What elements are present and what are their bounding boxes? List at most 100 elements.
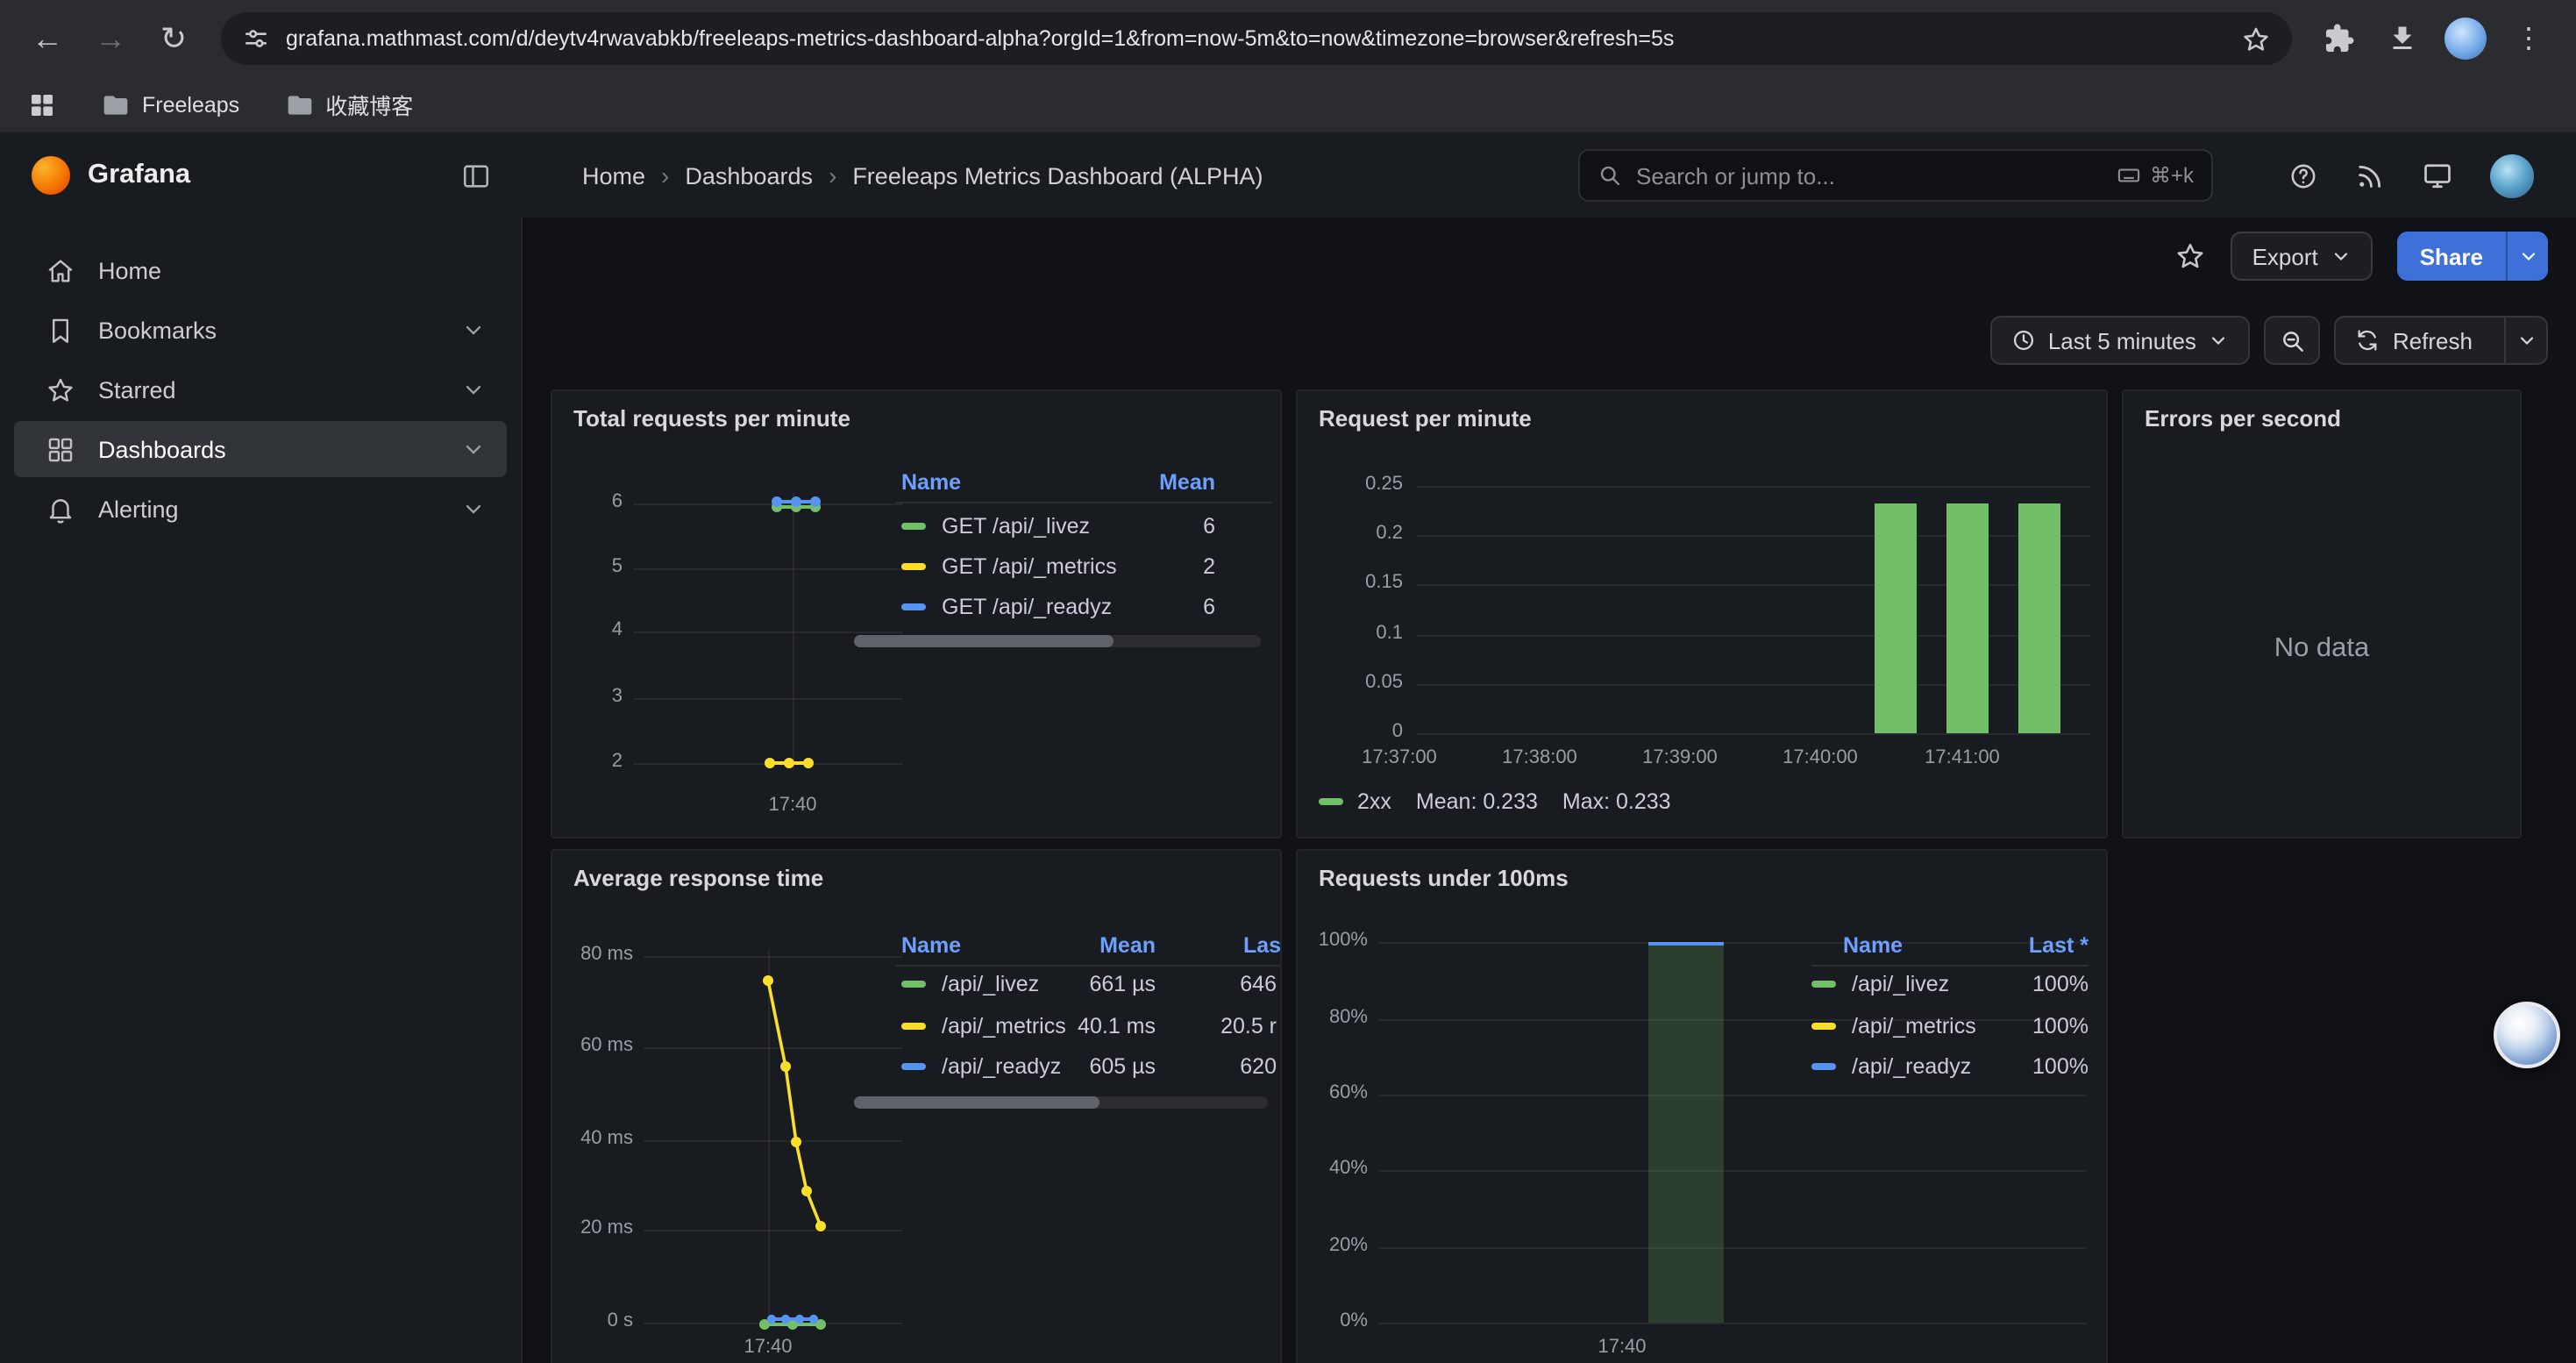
- bar-2xx[interactable]: [1875, 503, 1917, 733]
- share-button[interactable]: Share: [2397, 232, 2548, 281]
- download-icon: [2387, 23, 2418, 54]
- assistant-avatar[interactable]: [2494, 1002, 2560, 1068]
- apps-grid-icon[interactable]: [28, 90, 56, 118]
- breadcrumb-home[interactable]: Home: [582, 162, 645, 189]
- search-input[interactable]: Search or jump to... ⌘+k: [1578, 149, 2213, 202]
- chevron-down-icon[interactable]: [461, 377, 486, 402]
- y-tick: 2: [566, 751, 623, 772]
- y-tick: 0: [1326, 721, 1403, 742]
- sidebar-item-home[interactable]: Home: [14, 242, 507, 298]
- refresh-main[interactable]: Refresh: [2337, 318, 2492, 363]
- reload-button[interactable]: ↻: [144, 9, 203, 68]
- sidebar-item-dashboards[interactable]: Dashboards: [14, 421, 507, 477]
- grafana-logo[interactable]: [32, 156, 70, 195]
- panel-title[interactable]: Request per minute: [1319, 405, 1532, 432]
- legend-row[interactable]: /api/_readyz: [1811, 1054, 1971, 1079]
- bookmark-folder-freeleaps[interactable]: Freeleaps: [102, 90, 239, 118]
- browser-profile-button[interactable]: [2436, 9, 2495, 68]
- news-rss-icon[interactable]: [2355, 161, 2385, 190]
- series-swatch: [1811, 1063, 1836, 1070]
- legend-scrollbar[interactable]: [854, 1096, 1268, 1109]
- legend-series-2xx[interactable]: 2xx: [1319, 789, 1391, 814]
- legend-scrollbar[interactable]: [854, 635, 1261, 647]
- share-menu-caret[interactable]: [2506, 232, 2548, 281]
- panel-title[interactable]: Errors per second: [2145, 405, 2341, 432]
- bookmark-icon: [46, 315, 75, 345]
- bar-2xx[interactable]: [1946, 503, 1989, 733]
- bookmark-folder-label: 收藏博客: [325, 88, 413, 121]
- refresh-interval-caret[interactable]: [2504, 318, 2546, 363]
- chevron-down-icon[interactable]: [461, 496, 486, 521]
- monitor-icon[interactable]: [2422, 160, 2453, 191]
- reload-icon: ↻: [160, 20, 187, 57]
- downloads-button[interactable]: [2373, 9, 2432, 68]
- x-tick: 17:40: [745, 795, 840, 816]
- sidebar-item-alerting[interactable]: Alerting: [14, 481, 507, 537]
- dock-menu-icon[interactable]: [461, 161, 491, 190]
- refresh-icon: [2356, 328, 2380, 353]
- legend-header-mean[interactable]: Mean: [1026, 933, 1156, 958]
- bookmark-star-icon[interactable]: [2241, 24, 2271, 54]
- sidebar-item-label: Bookmarks: [98, 317, 217, 343]
- breadcrumb-dashboards[interactable]: Dashboards: [685, 162, 813, 189]
- legend-header-mean[interactable]: Mean: [1078, 470, 1215, 495]
- sidebar-item-starred[interactable]: Starred: [14, 361, 507, 417]
- legend-row[interactable]: /api/_livez: [901, 972, 1039, 996]
- y-tick: 0.1: [1326, 623, 1403, 644]
- x-tick: 17:40: [1575, 1337, 1669, 1358]
- panel-title[interactable]: Total requests per minute: [573, 405, 850, 432]
- bookmark-folder-blogs[interactable]: 收藏博客: [285, 88, 413, 121]
- time-range-picker[interactable]: Last 5 minutes: [1990, 316, 2251, 365]
- help-icon[interactable]: [2288, 161, 2318, 190]
- panel-average-response-time: Average response time 80 ms 60 ms 40 ms …: [551, 849, 1282, 1363]
- legend-value: 20.5 r: [1185, 1014, 1277, 1038]
- chevron-down-icon[interactable]: [461, 318, 486, 342]
- favorite-star-icon[interactable]: [2175, 240, 2207, 272]
- legend-row[interactable]: /api/_metrics: [1811, 1014, 1976, 1038]
- y-tick: 3: [566, 686, 623, 707]
- browser-menu-button[interactable]: ⋮: [2499, 9, 2558, 68]
- legend-value: 2: [1078, 554, 1215, 579]
- legend-header-name[interactable]: Name: [1843, 933, 1903, 958]
- time-controls: Last 5 minutes Refresh: [1990, 316, 2548, 365]
- legend-header-name[interactable]: Name: [901, 933, 961, 958]
- legend-row[interactable]: /api/_livez: [1811, 972, 1949, 996]
- legend-value: 661 µs: [1026, 972, 1156, 996]
- back-icon: ←: [32, 20, 63, 57]
- no-data-message: No data: [2124, 633, 2520, 665]
- y-tick: 0.15: [1326, 572, 1403, 593]
- address-bar[interactable]: grafana.mathmast.com/d/deytv4rwavabkb/fr…: [221, 12, 2292, 65]
- user-avatar[interactable]: [2490, 153, 2534, 197]
- back-button[interactable]: ←: [18, 9, 77, 68]
- x-tick: 17:37:00: [1338, 747, 1461, 768]
- panel-errors-per-second: Errors per second No data: [2122, 389, 2522, 838]
- panel-title[interactable]: Average response time: [573, 865, 823, 891]
- y-tick: 60 ms: [563, 1035, 633, 1056]
- gridline: [1417, 584, 2090, 586]
- gridline: [1417, 684, 2090, 686]
- forward-button[interactable]: →: [81, 9, 140, 68]
- y-tick: 80 ms: [563, 944, 633, 965]
- site-settings-icon[interactable]: [242, 25, 270, 53]
- scrollbar-thumb[interactable]: [854, 1096, 1099, 1109]
- percentage-bar[interactable]: [1648, 942, 1724, 1323]
- legend-row[interactable]: GET /api/_livez: [901, 514, 1090, 539]
- zoom-out-button[interactable]: [2265, 316, 2321, 365]
- extensions-button[interactable]: [2309, 9, 2369, 68]
- scrollbar-thumb[interactable]: [854, 635, 1114, 647]
- zoom-out-icon: [2280, 327, 2306, 353]
- export-button[interactable]: Export: [2231, 232, 2373, 281]
- folder-icon: [285, 90, 313, 118]
- legend-header-last[interactable]: Las: [1243, 933, 1281, 958]
- legend-header-last[interactable]: Last *: [1983, 933, 2089, 958]
- legend-value: 100%: [1983, 1014, 2089, 1038]
- grafana-header: Grafana Home › Dashboards › Freeleaps Me…: [0, 133, 2576, 218]
- breadcrumb-current: Freeleaps Metrics Dashboard (ALPHA): [852, 162, 1263, 189]
- sidebar-item-bookmarks[interactable]: Bookmarks: [14, 302, 507, 358]
- chevron-down-icon: [2330, 246, 2352, 267]
- bar-2xx[interactable]: [2018, 503, 2060, 733]
- legend-header-name[interactable]: Name: [901, 470, 961, 495]
- refresh-button[interactable]: Refresh: [2335, 316, 2548, 365]
- chevron-down-icon[interactable]: [461, 437, 486, 461]
- panel-title[interactable]: Requests under 100ms: [1319, 865, 1569, 891]
